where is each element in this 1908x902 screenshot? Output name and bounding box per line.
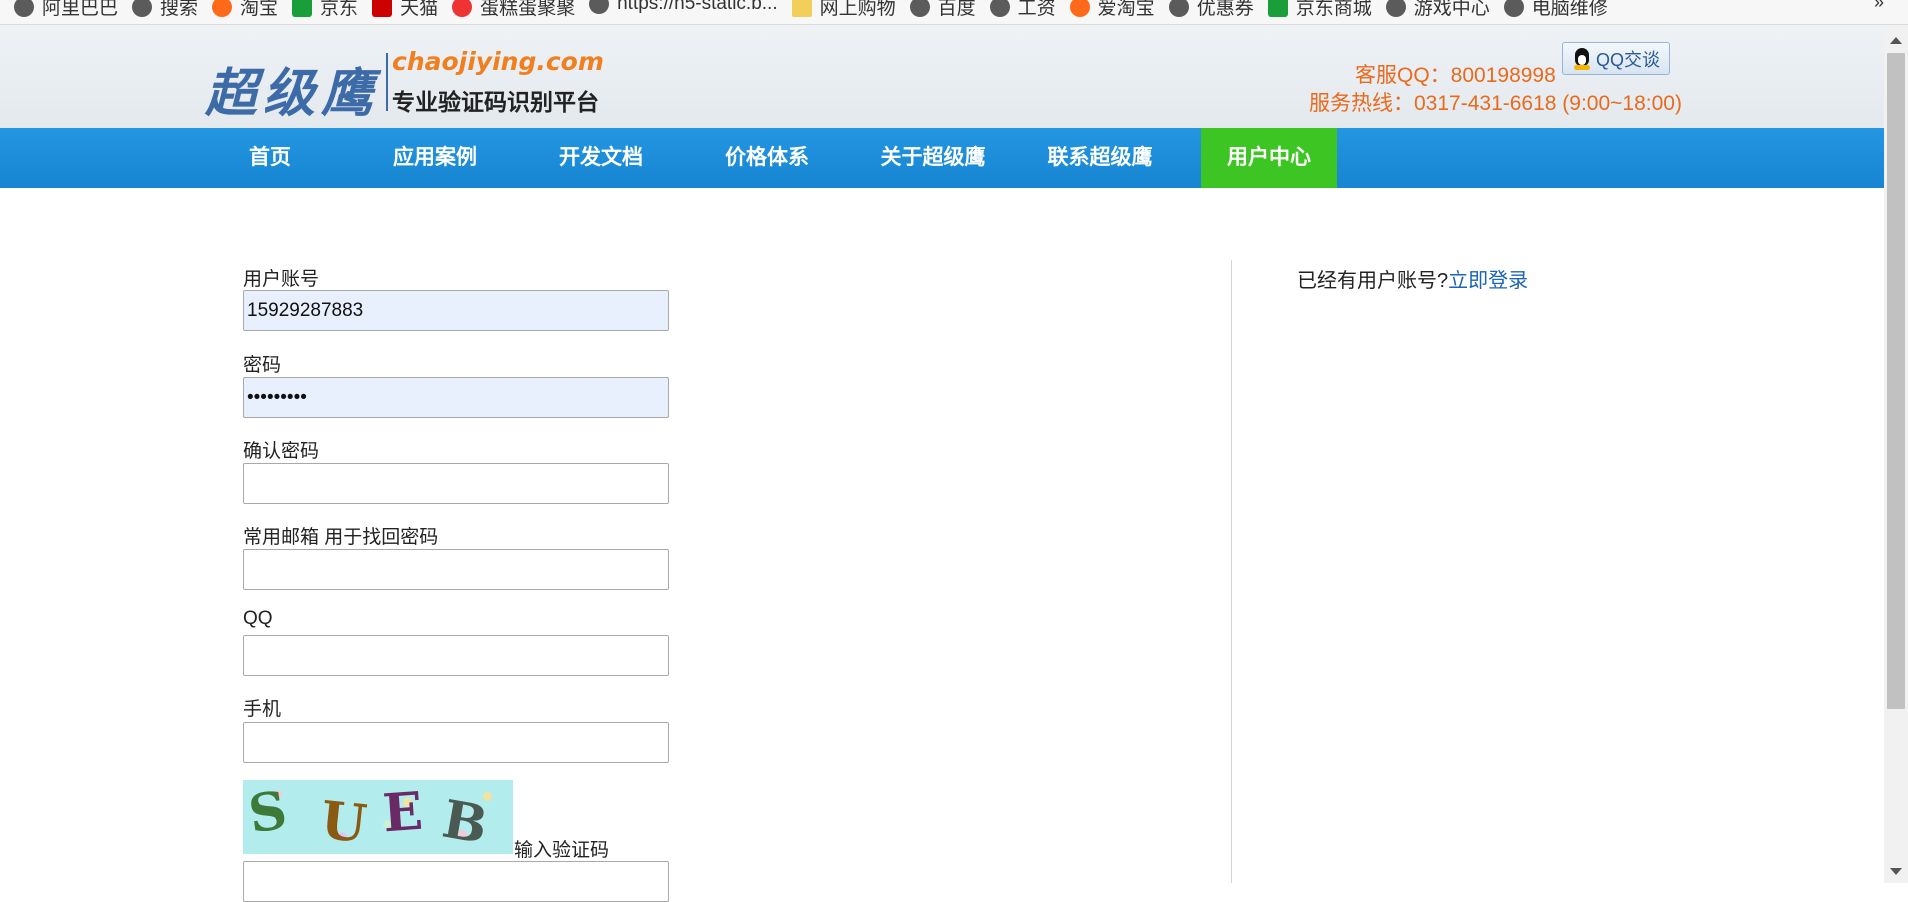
password-input[interactable] (243, 377, 669, 418)
globe-icon (909, 0, 930, 17)
qq-chat-label: QQ交谈 (1595, 49, 1660, 70)
nav-docs[interactable]: 开发文档 (541, 128, 661, 188)
bookmark-item[interactable]: 蛋糕蛋聚聚 (452, 0, 575, 20)
globe-icon (14, 0, 34, 17)
login-hint: 已经有用户账号?立即登录 (1297, 264, 1528, 293)
phone-label: 手机 (243, 699, 282, 720)
globe-icon (1168, 0, 1189, 17)
bookmark-item[interactable]: https://h5-static.b... (589, 0, 778, 15)
confirm-password-input[interactable] (243, 463, 669, 504)
nav-contact[interactable]: 联系超级鹰 (1035, 128, 1165, 188)
bookmark-item[interactable]: 游戏中心 (1385, 0, 1490, 20)
main-nav: 首页 应用案例 开发文档 价格体系 关于超级鹰 联系超级鹰 用户中心 (0, 128, 1884, 188)
username-label: 用户账号 (243, 269, 320, 290)
taobao-icon (1069, 0, 1090, 17)
page-scrollbar[interactable] (1884, 25, 1908, 883)
captcha-image[interactable]: S U E B (243, 780, 513, 854)
captcha-input[interactable] (243, 861, 669, 902)
taobao-icon (212, 0, 233, 17)
globe-icon (589, 0, 610, 14)
logo-tagline: 专业验证码识别平台 (392, 89, 599, 115)
qq-penguin-icon (1572, 47, 1592, 70)
globe-icon (1385, 0, 1406, 17)
bookmark-item[interactable]: 爱淘宝 (1069, 0, 1155, 20)
bookmarks-more-button[interactable]: » (1874, 0, 1884, 13)
captcha-char: E (380, 780, 425, 845)
captcha-char: S (244, 780, 291, 846)
red-icon (452, 0, 473, 17)
jd-icon (292, 0, 313, 17)
bookmark-item[interactable]: 京东商城 (1267, 0, 1372, 20)
phone-input[interactable] (243, 722, 669, 763)
nav-user-center[interactable]: 用户中心 (1201, 128, 1337, 188)
bookmark-item[interactable]: 搜索 (132, 0, 198, 20)
captcha-label: 输入验证码 (514, 840, 610, 861)
scroll-up-arrow-icon[interactable] (1890, 37, 1902, 44)
globe-icon (132, 0, 153, 17)
confirm-password-label: 确认密码 (243, 441, 320, 462)
bookmark-item[interactable]: 阿里巴巴 (14, 0, 118, 20)
bookmarks-bar: 阿里巴巴 搜索 淘宝 京东 天猫 蛋糕蛋聚聚 https://h5-static… (0, 0, 1908, 25)
captcha-char: U (317, 789, 370, 854)
password-label: 密码 (243, 355, 282, 376)
bookmark-item[interactable]: 网上购物 (791, 0, 896, 20)
qq-chat-button[interactable]: QQ交谈 (1562, 42, 1670, 75)
nav-cases[interactable]: 应用案例 (375, 128, 495, 188)
service-qq: 客服QQ：800198998 (1355, 64, 1556, 87)
scroll-down-arrow-icon[interactable] (1890, 868, 1902, 875)
service-hotline: 服务热线：0317-431-6618 (9:00~18:00) (1309, 92, 1682, 115)
tmall-icon (372, 0, 393, 17)
nav-home[interactable]: 首页 (220, 128, 320, 188)
scrollbar-thumb[interactable] (1887, 53, 1905, 709)
nav-pricing[interactable]: 价格体系 (707, 128, 827, 188)
bookmark-item[interactable]: 天猫 (372, 0, 438, 20)
qq-input[interactable] (243, 635, 669, 676)
nav-about[interactable]: 关于超级鹰 (868, 128, 998, 188)
site-header: 超级鹰 chaojiying.com 专业验证码识别平台 客服QQ：800198… (0, 25, 1884, 128)
bookmark-item[interactable]: 电脑维修 (1503, 0, 1608, 20)
logo-domain[interactable]: chaojiying.com (392, 47, 604, 76)
bookmark-item[interactable]: 淘宝 (212, 0, 278, 20)
bookmark-item[interactable]: 优惠券 (1168, 0, 1254, 20)
username-input[interactable] (243, 290, 669, 331)
jd-icon (1267, 0, 1288, 17)
login-link[interactable]: 立即登录 (1448, 270, 1528, 292)
column-divider (1231, 260, 1232, 883)
email-input[interactable] (243, 549, 669, 590)
globe-icon (1503, 0, 1524, 17)
globe-icon (989, 0, 1010, 17)
email-label: 常用邮箱 用于找回密码 (243, 527, 439, 548)
logo-divider (386, 53, 388, 111)
captcha-char: B (438, 788, 492, 854)
qq-label: QQ (243, 608, 273, 629)
bookmark-item[interactable]: 工资 (989, 0, 1056, 20)
bookmark-item[interactable]: 京东 (292, 0, 358, 20)
folder-icon (791, 0, 812, 17)
logo-text[interactable]: 超级鹰 (205, 51, 379, 126)
bookmark-item[interactable]: 百度 (909, 0, 976, 20)
login-hint-text: 已经有用户账号? (1297, 270, 1449, 292)
